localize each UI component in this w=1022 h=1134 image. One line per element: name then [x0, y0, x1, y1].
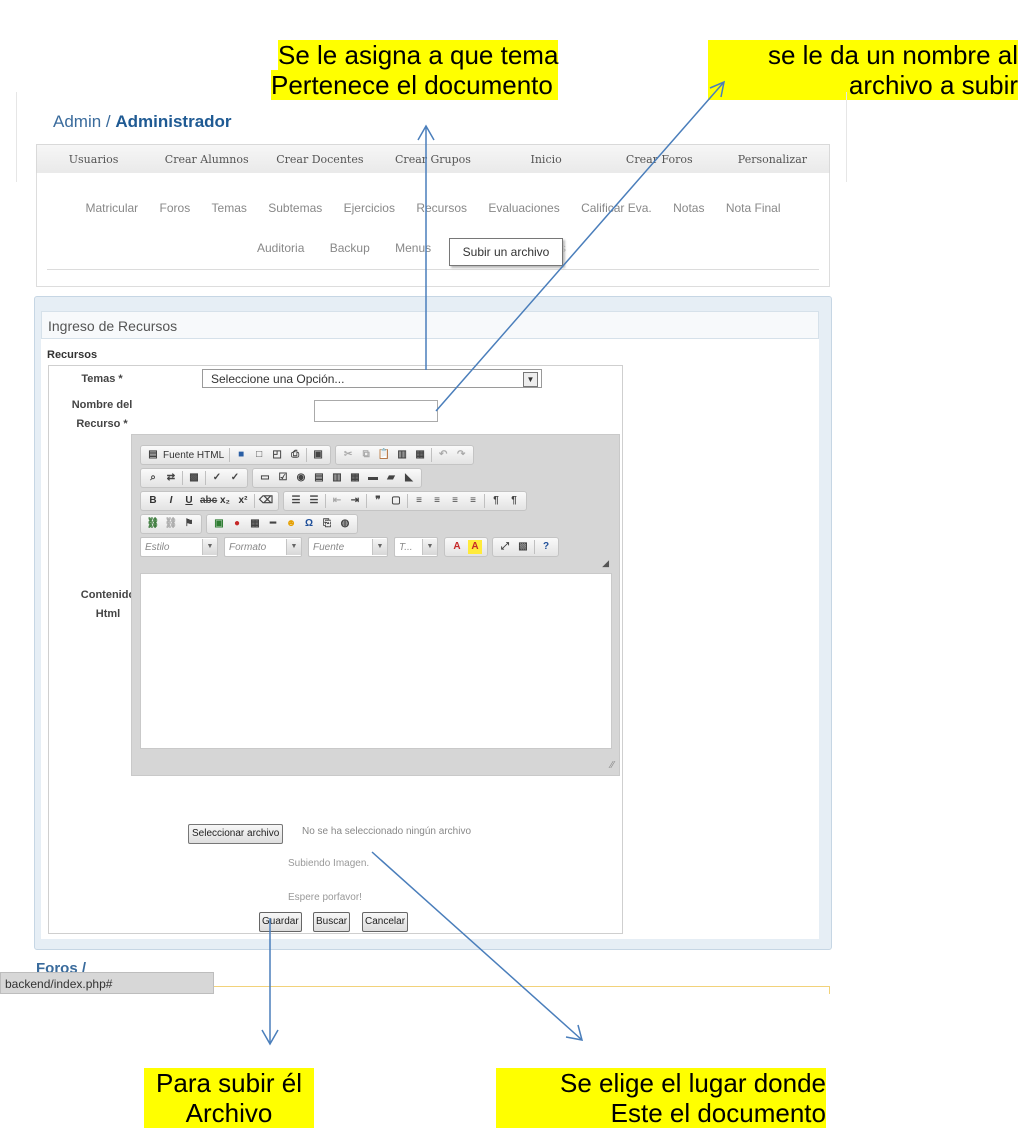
arrow-nombre: [435, 81, 725, 412]
arrow-lugar: [371, 851, 583, 1041]
annotation-arrows: [261, 80, 726, 1046]
